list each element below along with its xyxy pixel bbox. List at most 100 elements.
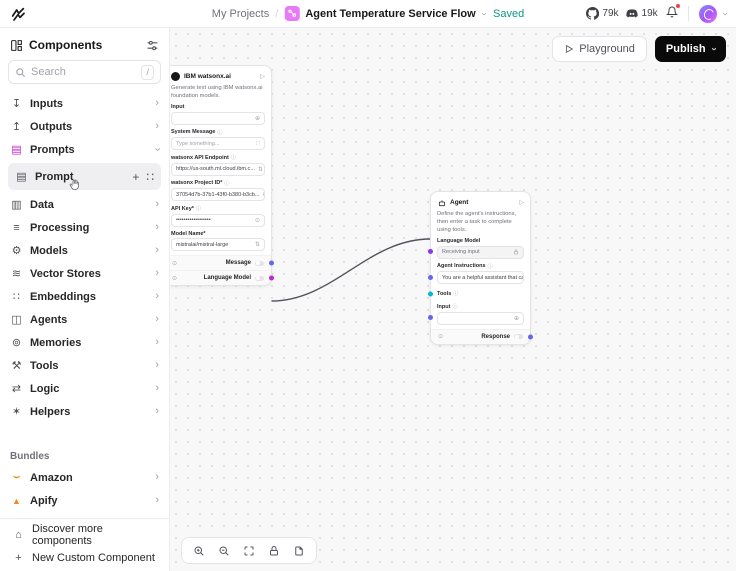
chevron-right-icon: › <box>155 313 159 325</box>
node-play-icon[interactable]: ▷ <box>260 73 265 80</box>
output-row-language-model: ⊙ Language Model <box>170 270 274 286</box>
globe-icon: ⊕ <box>513 315 519 322</box>
project-id-field[interactable]: 37054d7b-37b1-43f0-b380-b3cb... ⊕ <box>171 188 265 202</box>
canvas-toolbar <box>181 537 317 564</box>
handle-message-output[interactable] <box>268 260 274 266</box>
component-item-prompt[interactable]: ▤ Prompt + ∷ <box>8 163 161 190</box>
fit-view-button[interactable] <box>243 545 255 557</box>
handle-agent-instructions-input[interactable] <box>427 274 433 280</box>
arrows-icon: ⇄ <box>11 383 22 395</box>
notifications-button[interactable] <box>665 3 680 23</box>
store-icon: ⌂ <box>15 528 22 541</box>
info-icon: ⓘ <box>224 180 230 187</box>
sidebar-item-processing[interactable]: ≡ Processing › <box>8 216 161 239</box>
new-custom-component-button[interactable]: + New Custom Component <box>10 546 159 569</box>
add-note-button[interactable] <box>293 545 305 557</box>
flow-canvas[interactable]: Playground Publish › IBM watsonx.ai ▷ Ge… <box>170 28 736 571</box>
aws-icon: ⌣ <box>12 471 21 483</box>
output-toggle[interactable] <box>514 334 523 340</box>
eye-icon[interactable]: ⊙ <box>255 217 260 224</box>
expand-icon[interactable]: ∷ <box>256 140 260 147</box>
sidebar-settings-icon[interactable] <box>146 39 159 52</box>
select-arrows-icon: ⇅ <box>257 166 263 173</box>
sidebar-item-prompts[interactable]: ▤ Prompts › <box>8 138 164 161</box>
sidebar-item-agents[interactable]: ◫ Agents › <box>8 308 161 331</box>
account-chevron-icon[interactable]: › <box>719 12 730 15</box>
sidebar-item-models[interactable]: ⚙ Models › <box>8 239 161 262</box>
field-agent-instructions: Agent Instructions ⓘ You are a helpful as… <box>427 263 524 285</box>
info-icon: ⓘ <box>487 263 493 270</box>
api-endpoint-select[interactable]: https://us-south.ml.cloud.ibm.c... ⇅ <box>171 162 265 176</box>
chevron-right-icon: › <box>155 290 159 302</box>
breadcrumb-my-projects[interactable]: My Projects <box>212 8 269 20</box>
flow-menu-chevron-icon[interactable]: › <box>478 12 489 15</box>
discord-count[interactable]: 19k <box>625 7 658 21</box>
flow-icon <box>284 6 300 21</box>
sidebar-item-logic[interactable]: ⇄ Logic › <box>8 377 161 400</box>
components-sidebar: Components Search / ↧ Inputs › ↥ Outputs… <box>0 28 170 571</box>
brain-icon: ⚙ <box>11 245 22 257</box>
node-ibm-watsonx[interactable]: IBM watsonx.ai ▷ Generate text using IBM… <box>170 65 274 287</box>
avatar[interactable] <box>698 4 717 23</box>
search-shortcut-badge: / <box>141 64 154 80</box>
chevron-down-icon: › <box>151 147 164 152</box>
langflow-logo <box>11 7 25 21</box>
filter-icon: ≡ <box>13 221 20 234</box>
add-component-button[interactable]: + <box>132 171 139 183</box>
chevron-right-icon: › <box>155 244 159 256</box>
sidebar-item-amazon[interactable]: ⌣ Amazon › <box>8 466 161 489</box>
input-field[interactable]: ⊕ <box>171 111 265 125</box>
handle-language-model-input[interactable] <box>427 249 433 255</box>
zoom-out-button[interactable] <box>218 545 230 557</box>
github-icon <box>586 7 600 20</box>
chevron-right-icon: › <box>155 471 159 483</box>
chevron-right-icon: › <box>155 382 159 394</box>
output-toggle[interactable] <box>255 260 264 266</box>
system-message-field[interactable]: Type something... ∷ <box>171 137 265 151</box>
drag-handle-icon[interactable]: ∷ <box>146 171 154 183</box>
playground-button[interactable]: Playground <box>552 36 647 62</box>
sidebar-item-memories[interactable]: ⊚ Memories › <box>8 331 161 354</box>
agent-instructions-field[interactable]: You are a helpful assistant that ca... ∷ <box>437 271 524 285</box>
chevron-right-icon: › <box>155 336 159 348</box>
upload-icon: ↥ <box>11 121 22 133</box>
sidebar-item-tools[interactable]: ⚒ Tools › <box>8 354 161 377</box>
model-name-select[interactable]: mistralai/mistral-large ⇅ <box>171 238 265 252</box>
sidebar-item-apify[interactable]: ▲ Apify › <box>8 489 161 512</box>
node-play-icon[interactable]: ▷ <box>519 199 524 206</box>
discover-components-button[interactable]: ⌂ Discover more components <box>10 523 159 547</box>
field-input: Input ⊕ <box>171 104 265 125</box>
output-toggle[interactable] <box>255 275 264 281</box>
search-input[interactable]: Search / <box>8 60 161 84</box>
agent-input-field[interactable]: ⊕ <box>437 311 524 325</box>
save-status: Saved <box>493 7 525 20</box>
sidebar-item-inputs[interactable]: ↧ Inputs › <box>8 92 161 115</box>
chevron-right-icon: › <box>155 494 159 506</box>
lock-button[interactable] <box>268 545 280 557</box>
zoom-in-button[interactable] <box>193 545 205 557</box>
handle-agent-input[interactable] <box>427 315 433 321</box>
visibility-eye-icon[interactable]: ⊙ <box>438 333 443 340</box>
node-agent[interactable]: Agent ▷ Define the agent's instructions,… <box>427 191 533 345</box>
chevron-right-icon: › <box>155 120 159 132</box>
node-description: Generate text using IBM watsonx.ai found… <box>171 85 263 100</box>
field-model-name: Model Name* mistralai/mistral-large ⇅ <box>171 231 265 252</box>
handle-response-output[interactable] <box>527 334 533 340</box>
handle-tools-input[interactable] <box>427 291 433 297</box>
sidebar-item-vector-stores[interactable]: ≋ Vector Stores › <box>8 262 161 285</box>
memory-icon: ⊚ <box>11 337 22 349</box>
sidebar-item-outputs[interactable]: ↥ Outputs › <box>8 115 161 138</box>
visibility-eye-icon[interactable]: ⊙ <box>172 275 177 282</box>
sidebar-item-data[interactable]: ▥ Data › <box>8 193 161 216</box>
visibility-eye-icon[interactable]: ⊙ <box>172 260 177 267</box>
sidebar-item-helpers[interactable]: ✶ Helpers › <box>8 400 161 423</box>
field-language-model: Language Model Receiving input <box>427 238 524 259</box>
field-api-key: API Key* ⓘ •••••••••••••••••• ⊙ <box>171 205 265 227</box>
github-stars[interactable]: 79k <box>586 7 619 20</box>
api-key-field[interactable]: •••••••••••••••••• ⊙ <box>171 213 265 227</box>
chevron-right-icon: › <box>155 221 159 233</box>
handle-language-model-output[interactable] <box>268 275 274 281</box>
play-icon <box>566 44 574 54</box>
sidebar-item-embeddings[interactable]: ∷ Embeddings › <box>8 285 161 308</box>
publish-button[interactable]: Publish › <box>654 36 726 62</box>
